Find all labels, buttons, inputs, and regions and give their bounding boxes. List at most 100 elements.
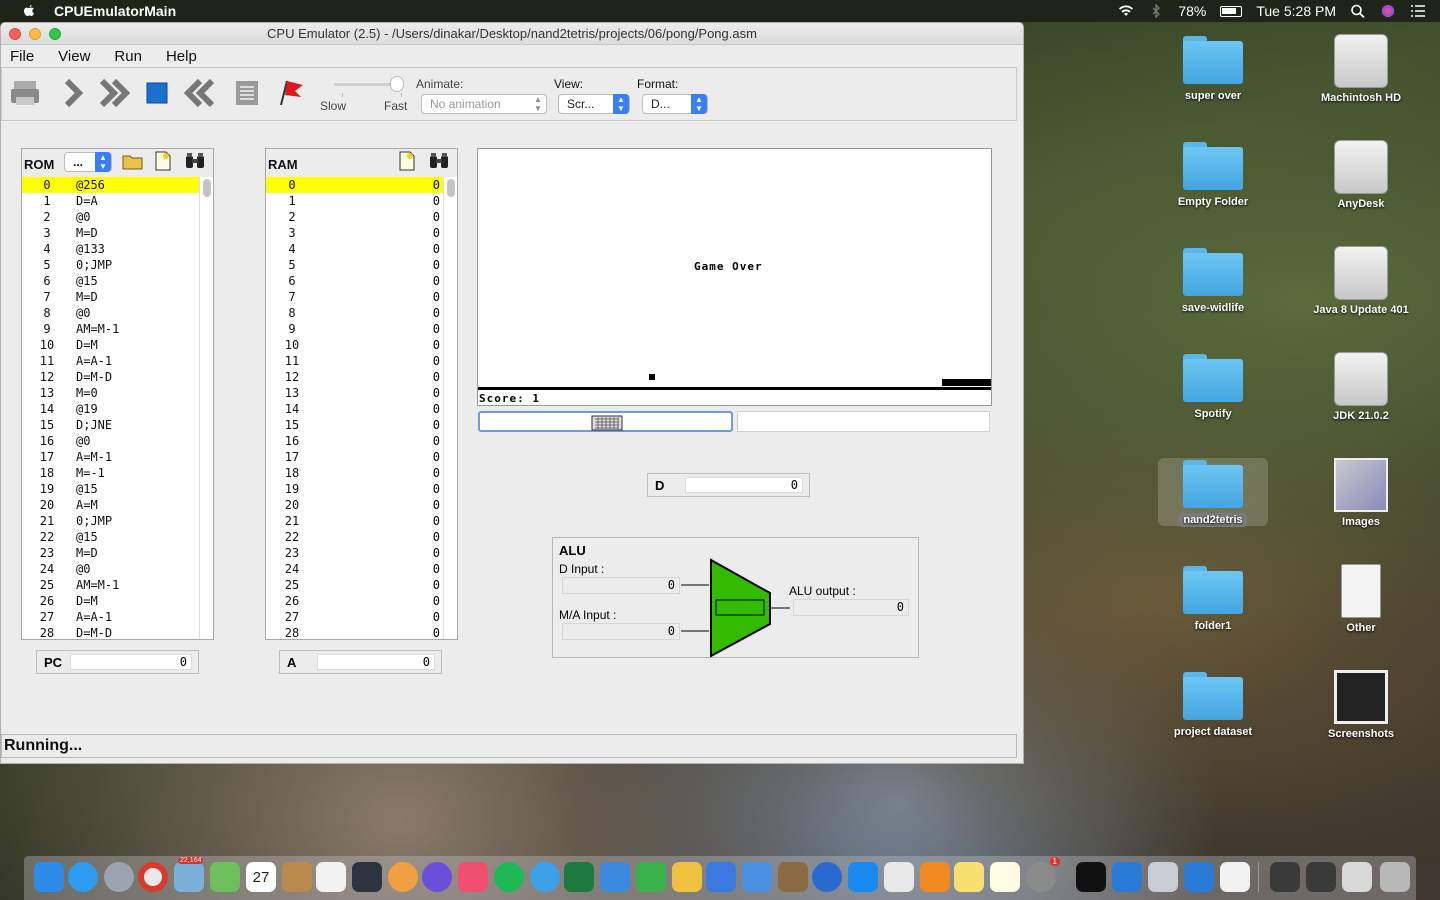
spotify-icon[interactable]	[494, 862, 524, 892]
stickies-icon[interactable]	[954, 862, 984, 892]
home-icon[interactable]	[920, 862, 950, 892]
ram-value[interactable]: 0	[318, 513, 440, 529]
desktop-item[interactable]: folder1	[1158, 564, 1268, 632]
notes-book-icon[interactable]	[282, 862, 312, 892]
recent-window-icon[interactable]	[1270, 862, 1300, 892]
rom-row[interactable]: 15 D;JNE	[22, 417, 213, 433]
ram-value[interactable]: 0	[318, 337, 440, 353]
ram-value[interactable]: 0	[318, 401, 440, 417]
desktop-item[interactable]: Machintosh HD	[1306, 34, 1416, 104]
ram-row[interactable]: 16 0	[266, 433, 457, 449]
vscode-icon[interactable]	[1184, 862, 1214, 892]
messages-icon[interactable]	[530, 862, 560, 892]
single-step-button[interactable]	[56, 76, 90, 110]
new-file-icon[interactable]	[398, 151, 416, 171]
desktop-item[interactable]: Images	[1306, 458, 1416, 528]
ram-row[interactable]: 14 0	[266, 401, 457, 417]
ram-row[interactable]: 18 0	[266, 465, 457, 481]
breakpoints-button[interactable]	[272, 76, 306, 110]
rom-row[interactable]: 8 @0	[22, 305, 213, 321]
recent-window-icon[interactable]	[1342, 862, 1372, 892]
rom-row[interactable]: 2 @0	[22, 209, 213, 225]
rom-row[interactable]: 4 @133	[22, 241, 213, 257]
ram-row[interactable]: 19 0	[266, 481, 457, 497]
vscode-icon[interactable]	[1112, 862, 1142, 892]
rom-row[interactable]: 16 @0	[22, 433, 213, 449]
desktop-item[interactable]: project dataset	[1158, 670, 1268, 738]
ram-value[interactable]: 0	[318, 193, 440, 209]
stocks-icon[interactable]	[352, 862, 382, 892]
rom-row[interactable]: 5 0;JMP	[22, 257, 213, 273]
excel-icon[interactable]	[564, 862, 594, 892]
rom-scrollbar[interactable]	[199, 177, 213, 639]
pages-icon[interactable]	[672, 862, 702, 892]
ram-row[interactable]: 30	[266, 225, 457, 241]
ram-row[interactable]: 26 0	[266, 593, 457, 609]
ram-value[interactable]: 0	[318, 449, 440, 465]
rom-row[interactable]: 1 D=A	[22, 193, 213, 209]
rom-scroll-thumb[interactable]	[203, 179, 211, 197]
rom-row[interactable]: 13 M=0	[22, 385, 213, 401]
keynote-icon[interactable]	[742, 862, 772, 892]
view-select[interactable]: Scr... ▲ ▼	[558, 94, 630, 114]
ram-row[interactable]: 17 0	[266, 449, 457, 465]
ram-row[interactable]: 12 0	[266, 369, 457, 385]
recent-window-icon[interactable]	[1306, 862, 1336, 892]
wifi-icon[interactable]	[1118, 4, 1134, 18]
ram-value[interactable]: 0	[318, 417, 440, 433]
rom-row[interactable]: 9 AM=M-1	[22, 321, 213, 337]
ram-row[interactable]: 00	[266, 177, 457, 193]
zoom-button[interactable]	[49, 28, 61, 40]
system-preferences-icon[interactable]: 1	[1026, 857, 1060, 892]
app-store-icon[interactable]	[848, 862, 878, 892]
numbers-icon[interactable]	[706, 862, 736, 892]
rom-row[interactable]: 10 D=M	[22, 337, 213, 353]
speed-slider[interactable]	[334, 76, 404, 92]
ram-row[interactable]: 23 0	[266, 545, 457, 561]
ram-value[interactable]: 0	[318, 289, 440, 305]
speed-slider-thumb[interactable]	[390, 76, 404, 92]
desktop-item[interactable]: Spotify	[1158, 352, 1268, 420]
ram-value[interactable]: 0	[318, 385, 440, 401]
keyboard-icon[interactable]	[591, 413, 623, 431]
ram-row[interactable]: 21 0	[266, 513, 457, 529]
apple-icon[interactable]	[22, 4, 36, 18]
ram-row[interactable]: 50	[266, 257, 457, 273]
photos-icon[interactable]	[388, 862, 418, 892]
desktop-item[interactable]: Java 8 Update 401	[1306, 246, 1416, 316]
ram-row[interactable]: 80	[266, 305, 457, 321]
menu-view[interactable]: View	[58, 48, 90, 65]
ram-value[interactable]: 0	[318, 209, 440, 225]
rom-row[interactable]: 18 M=-1	[22, 465, 213, 481]
ram-value[interactable]: 0	[318, 561, 440, 577]
rom-row[interactable]: 3 M=D	[22, 225, 213, 241]
ram-value[interactable]: 0	[318, 273, 440, 289]
desktop-item[interactable]: Other	[1306, 564, 1416, 634]
notes-icon[interactable]	[990, 862, 1020, 892]
reminders-icon[interactable]	[316, 862, 346, 892]
search-icon[interactable]	[1350, 4, 1366, 18]
ram-row[interactable]: 27 0	[266, 609, 457, 625]
ram-row[interactable]: 13 0	[266, 385, 457, 401]
ram-row[interactable]: 60	[266, 273, 457, 289]
title-bar[interactable]: CPU Emulator (2.5) - /Users/dinakar/Desk…	[1, 23, 1023, 45]
desktop-item[interactable]: Empty Folder	[1158, 140, 1268, 208]
ram-value[interactable]: 0	[318, 241, 440, 257]
desktop-item[interactable]: AnyDesk	[1306, 140, 1416, 210]
ram-value[interactable]: 0	[318, 369, 440, 385]
binoculars-icon[interactable]	[184, 152, 206, 170]
reset-button[interactable]	[182, 76, 216, 110]
rom-row[interactable]: 19 @15	[22, 481, 213, 497]
stop-button[interactable]	[140, 76, 174, 110]
ram-value[interactable]: 0	[318, 497, 440, 513]
rom-row[interactable]: 26 D=M	[22, 593, 213, 609]
ram-scrollbar[interactable]	[443, 177, 457, 639]
ram-row[interactable]: 20	[266, 209, 457, 225]
run-button[interactable]	[98, 76, 132, 110]
notification-center-icon[interactable]	[1410, 4, 1426, 18]
a-value[interactable]: 0	[317, 654, 435, 670]
preview-icon[interactable]	[1148, 862, 1178, 892]
edge-icon[interactable]	[812, 862, 842, 892]
rom-row[interactable]: 14 @19	[22, 401, 213, 417]
binoculars-icon[interactable]	[428, 152, 450, 170]
